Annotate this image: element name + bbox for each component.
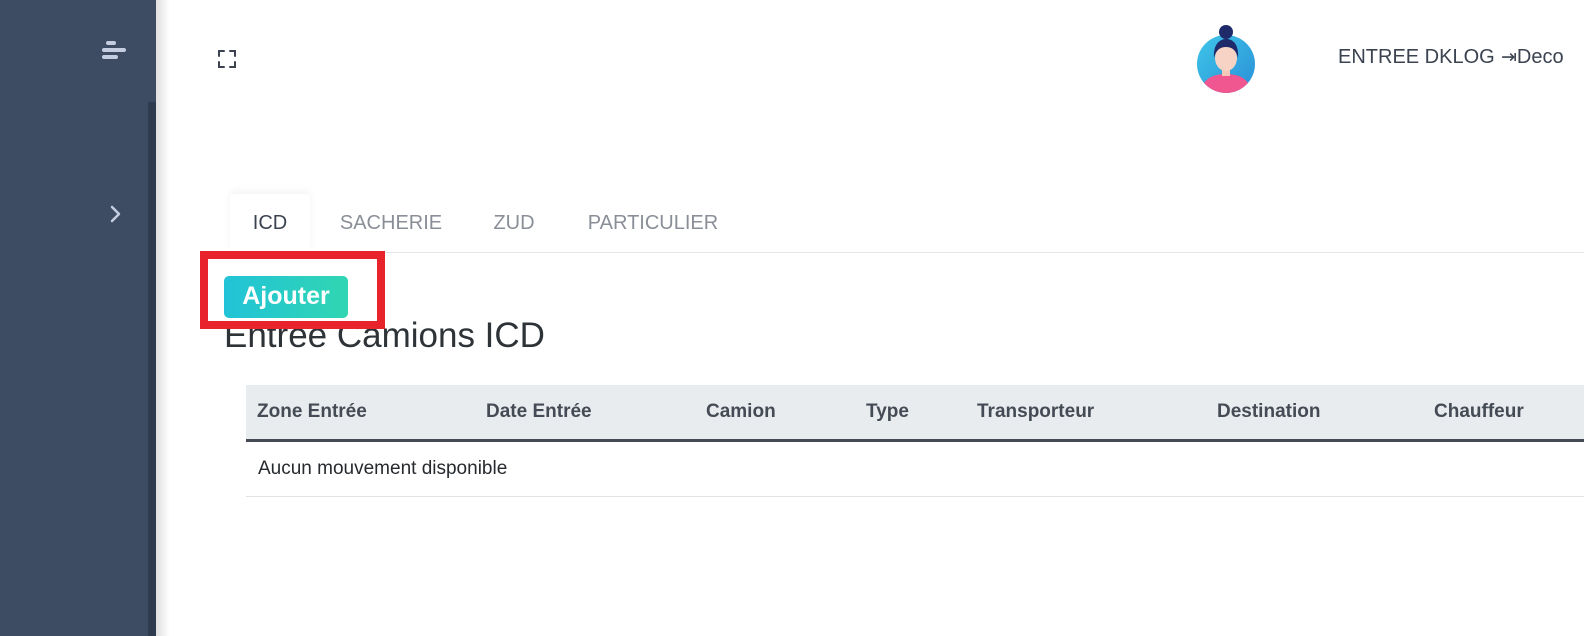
column-header-destination[interactable]: Destination — [1217, 385, 1320, 439]
column-header-camion[interactable]: Camion — [706, 385, 776, 439]
user-avatar-icon[interactable] — [1196, 22, 1256, 94]
sidebar-scrollbar[interactable] — [148, 102, 156, 636]
section-title: Entrée Camions ICD — [224, 316, 545, 355]
tabs-divider — [230, 252, 1584, 253]
column-header-chauffeur[interactable]: Chauffeur — [1434, 385, 1524, 439]
logout-icon[interactable]: ⇥ — [1501, 46, 1517, 68]
column-header-transporteur[interactable]: Transporteur — [977, 385, 1094, 439]
column-header-date-entree[interactable]: Date Entrée — [486, 385, 592, 439]
menu-icon[interactable] — [100, 38, 130, 64]
table-row: Aucun mouvement disponible — [246, 442, 1584, 497]
user-name: ENTREE DKLOG — [1338, 46, 1495, 68]
sidebar — [0, 0, 156, 636]
empty-message: Aucun mouvement disponible — [258, 458, 508, 479]
table-header: Zone Entrée Date Entrée Camion Type Tran… — [246, 385, 1584, 442]
logout-label[interactable]: Deco — [1517, 46, 1564, 68]
column-header-type[interactable]: Type — [866, 385, 909, 439]
add-button[interactable]: Ajouter — [224, 276, 348, 318]
chevron-right-icon[interactable] — [104, 200, 128, 228]
tab-particulier[interactable]: PARTICULIER — [582, 194, 724, 252]
tab-icd[interactable]: ICD — [230, 194, 310, 252]
tab-zud[interactable]: ZUD — [489, 194, 539, 252]
tab-bar: ICD SACHERIE ZUD PARTICULIER — [230, 194, 1584, 252]
entries-table: Zone Entrée Date Entrée Camion Type Tran… — [246, 385, 1584, 497]
column-header-zone-entree[interactable]: Zone Entrée — [257, 385, 367, 439]
tab-sacherie[interactable]: SACHERIE — [334, 194, 448, 252]
fullscreen-icon[interactable] — [216, 48, 238, 70]
sidebar-shadow — [156, 0, 170, 636]
logout-link[interactable]: ⇥Deco — [1501, 46, 1564, 69]
